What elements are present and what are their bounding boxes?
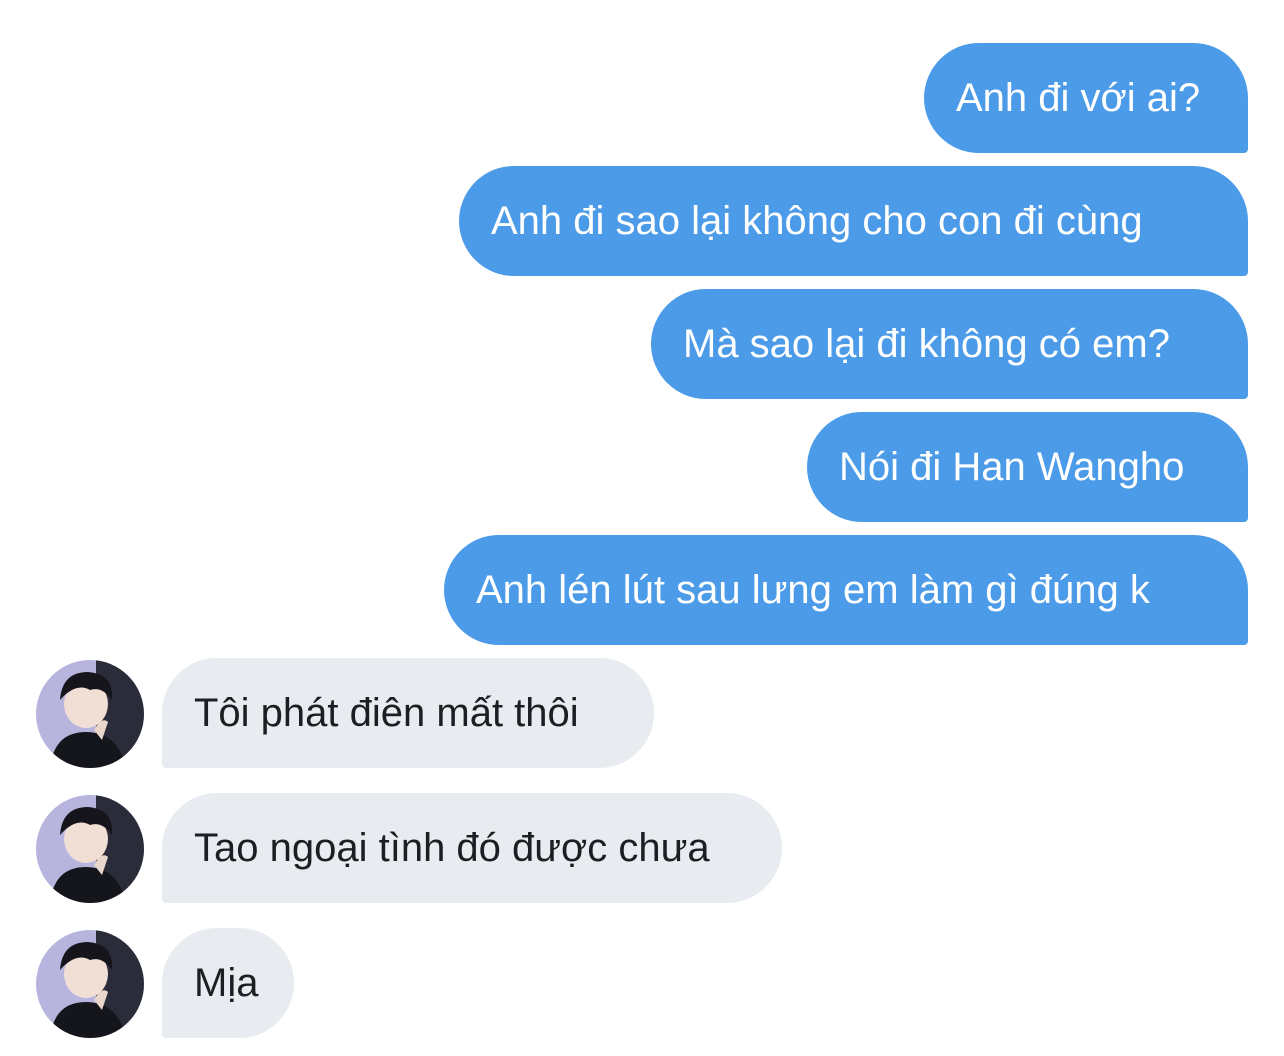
message-text: Tao ngoại tình đó được chưa <box>194 826 710 870</box>
sent-message-bubble[interactable]: Anh đi với ai? <box>924 43 1248 153</box>
user-avatar[interactable] <box>36 660 144 768</box>
message-text: Mịa <box>194 961 259 1005</box>
message-text: Anh lén lút sau lưng em làm gì đúng k <box>476 568 1150 612</box>
avatar-photo-icon <box>36 795 144 903</box>
message-text: Tôi phát điên mất thôi <box>194 691 579 735</box>
received-message-bubble[interactable]: Tao ngoại tình đó được chưa <box>162 793 782 903</box>
sent-message-bubble[interactable]: Mà sao lại đi không có em? <box>651 289 1248 399</box>
avatar-photo-icon <box>36 930 144 1038</box>
message-text: Anh đi với ai? <box>956 76 1201 120</box>
received-message-bubble[interactable]: Tôi phát điên mất thôi <box>162 658 654 768</box>
sent-message-bubble[interactable]: Anh đi sao lại không cho con đi cùng <box>459 166 1248 276</box>
message-text: Nói đi Han Wangho <box>839 445 1185 489</box>
message-text: Anh đi sao lại không cho con đi cùng <box>491 199 1143 243</box>
message-text: Mà sao lại đi không có em? <box>683 322 1170 366</box>
user-avatar[interactable] <box>36 795 144 903</box>
avatar-photo-icon <box>36 660 144 768</box>
sent-message-bubble[interactable]: Nói đi Han Wangho <box>807 412 1248 522</box>
user-avatar[interactable] <box>36 930 144 1038</box>
received-message-bubble[interactable]: Mịa <box>162 928 294 1038</box>
sent-message-bubble[interactable]: Anh lén lút sau lưng em làm gì đúng k <box>444 535 1248 645</box>
